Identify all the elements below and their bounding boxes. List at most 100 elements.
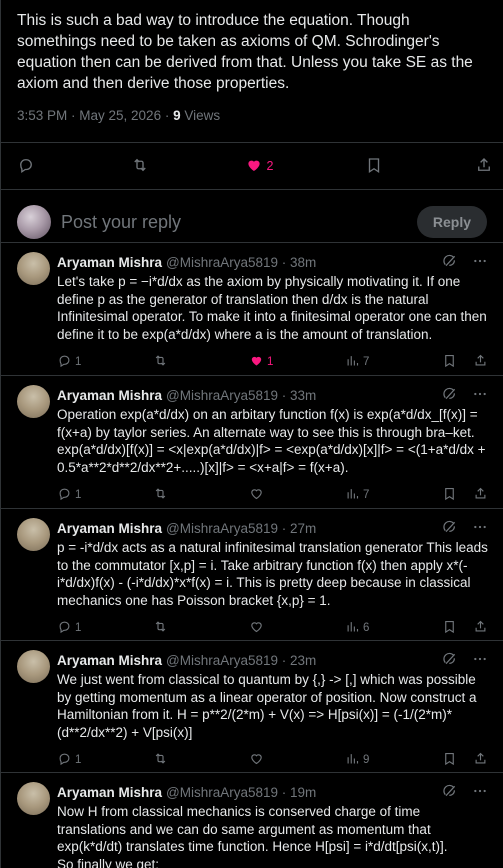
main-tweet-time[interactable]: 3:53 PM · May 25, 2026 ·	[17, 108, 173, 123]
author-name[interactable]: Aryaman Mishra	[57, 653, 162, 668]
more-icon[interactable]	[472, 253, 488, 274]
author-handle[interactable]: @MishraArya5819 · 27m	[166, 521, 316, 536]
reply-header-icons	[442, 253, 488, 274]
grok-icon[interactable]	[442, 519, 458, 540]
more-icon[interactable]	[472, 386, 488, 407]
author-handle[interactable]: @MishraArya5819 · 19m	[166, 785, 316, 800]
main-like-button[interactable]: 2	[245, 156, 273, 177]
reply-body: Aryaman Mishra @MishraArya5819 · 23m We …	[57, 641, 488, 769]
reply-text: Now H from classical mechanics is conser…	[57, 804, 448, 868]
reply-tweet[interactable]: Aryaman Mishra @MishraArya5819 · 38m Let…	[1, 242, 503, 371]
bookmark-icon	[365, 156, 383, 177]
share-icon[interactable]	[473, 486, 488, 504]
bookmark-icon[interactable]	[442, 353, 457, 371]
reply-header: Aryaman Mishra @MishraArya5819 · 33m	[57, 386, 488, 404]
share-icon[interactable]	[473, 619, 488, 637]
reply-secondary-actions	[442, 751, 488, 769]
retweet-button[interactable]	[153, 353, 249, 371]
reply-icon	[57, 619, 72, 637]
avatar[interactable]	[17, 385, 50, 418]
reply-button[interactable]: 1	[57, 353, 153, 371]
like-button[interactable]	[249, 619, 345, 637]
heart-filled-icon	[249, 353, 264, 371]
reply-body: Aryaman Mishra @MishraArya5819 · 38m Let…	[57, 243, 488, 371]
bookmark-icon[interactable]	[442, 751, 457, 769]
views-button[interactable]: 9	[345, 751, 441, 769]
author-handle[interactable]: @MishraArya5819 · 23m	[166, 653, 316, 668]
main-retweet-button[interactable]	[131, 156, 153, 177]
bookmark-icon[interactable]	[442, 619, 457, 637]
retweet-button[interactable]	[153, 486, 249, 504]
share-icon[interactable]	[473, 751, 488, 769]
main-bookmark-button[interactable]	[365, 156, 383, 177]
reply-header-icons	[442, 519, 488, 540]
tweet-thread-page: This is such a bad way to introduce the …	[0, 0, 503, 868]
reply-tweet[interactable]: Aryaman Mishra @MishraArya5819 · 27m p =…	[1, 508, 503, 637]
author-name[interactable]: Aryaman Mishra	[57, 785, 162, 800]
grok-icon[interactable]	[442, 386, 458, 407]
heart-filled-icon	[245, 156, 263, 177]
grok-icon[interactable]	[442, 783, 458, 804]
avatar[interactable]	[17, 205, 51, 239]
more-icon[interactable]	[472, 519, 488, 540]
views-count: 7	[363, 489, 370, 501]
bookmark-icon[interactable]	[442, 486, 457, 504]
reply-secondary-actions	[442, 619, 488, 637]
reply-button[interactable]: 1	[57, 486, 153, 504]
reply-tweet[interactable]: Aryaman Mishra @MishraArya5819 · 33m Ope…	[1, 375, 503, 504]
retweet-icon	[131, 156, 149, 177]
author-name[interactable]: Aryaman Mishra	[57, 255, 162, 270]
views-icon	[345, 353, 360, 371]
share-icon[interactable]	[473, 353, 488, 371]
like-button[interactable]	[249, 486, 345, 504]
views-button[interactable]: 7	[345, 486, 441, 504]
reply-header: Aryaman Mishra @MishraArya5819 · 38m	[57, 253, 488, 271]
reply-input[interactable]: Post your reply	[61, 212, 417, 233]
grok-icon[interactable]	[442, 253, 458, 274]
reply-text: Operation exp(a*d/dx) on an arbitary fun…	[57, 407, 490, 475]
retweet-button[interactable]	[153, 619, 249, 637]
share-icon	[475, 156, 493, 177]
views-count: 9	[363, 754, 370, 766]
main-tweet-views-label: Views	[180, 108, 221, 123]
views-icon	[345, 619, 360, 637]
avatar[interactable]	[17, 518, 50, 551]
avatar[interactable]	[17, 650, 50, 683]
reply-icon	[57, 486, 72, 504]
author-handle[interactable]: @MishraArya5819 · 33m	[166, 388, 316, 403]
author-name[interactable]: Aryaman Mishra	[57, 388, 162, 403]
reply-button[interactable]: 1	[57, 619, 153, 637]
like-button[interactable]: 1	[249, 353, 345, 371]
views-button[interactable]: 6	[345, 619, 441, 637]
reply-secondary-actions	[442, 486, 488, 504]
heart-icon	[249, 486, 264, 504]
heart-icon	[249, 619, 264, 637]
reply-header: Aryaman Mishra @MishraArya5819 · 27m	[57, 519, 488, 537]
grok-icon[interactable]	[442, 651, 458, 672]
avatar[interactable]	[17, 252, 50, 285]
main-reply-button[interactable]	[17, 156, 39, 177]
reply-button[interactable]: 1	[57, 751, 153, 769]
views-count: 7	[363, 356, 370, 368]
main-tweet-views-count: 9	[173, 108, 181, 123]
like-button[interactable]	[249, 751, 345, 769]
more-icon[interactable]	[472, 783, 488, 804]
reply-count: 1	[75, 754, 82, 766]
views-button[interactable]: 7	[345, 353, 441, 371]
reply-body: Aryaman Mishra @MishraArya5819 · 19m Now…	[57, 773, 488, 868]
retweet-button[interactable]	[153, 751, 249, 769]
reply-tweet[interactable]: Aryaman Mishra @MishraArya5819 · 19m Now…	[1, 772, 503, 868]
reply-button[interactable]: Reply	[416, 206, 487, 238]
reply-icon	[57, 751, 72, 769]
main-share-button[interactable]	[475, 156, 493, 177]
author-handle[interactable]: @MishraArya5819 · 38m	[166, 255, 316, 270]
author-name[interactable]: Aryaman Mishra	[57, 521, 162, 536]
retweet-icon	[153, 486, 168, 504]
reply-text: p = -i*d/dx acts as a natural infinitesi…	[57, 540, 492, 608]
more-icon[interactable]	[472, 651, 488, 672]
reply-header: Aryaman Mishra @MishraArya5819 · 23m	[57, 651, 488, 669]
views-icon	[345, 486, 360, 504]
avatar[interactable]	[17, 782, 50, 815]
reply-tweet[interactable]: Aryaman Mishra @MishraArya5819 · 23m We …	[1, 640, 503, 769]
reply-count: 1	[75, 489, 82, 501]
